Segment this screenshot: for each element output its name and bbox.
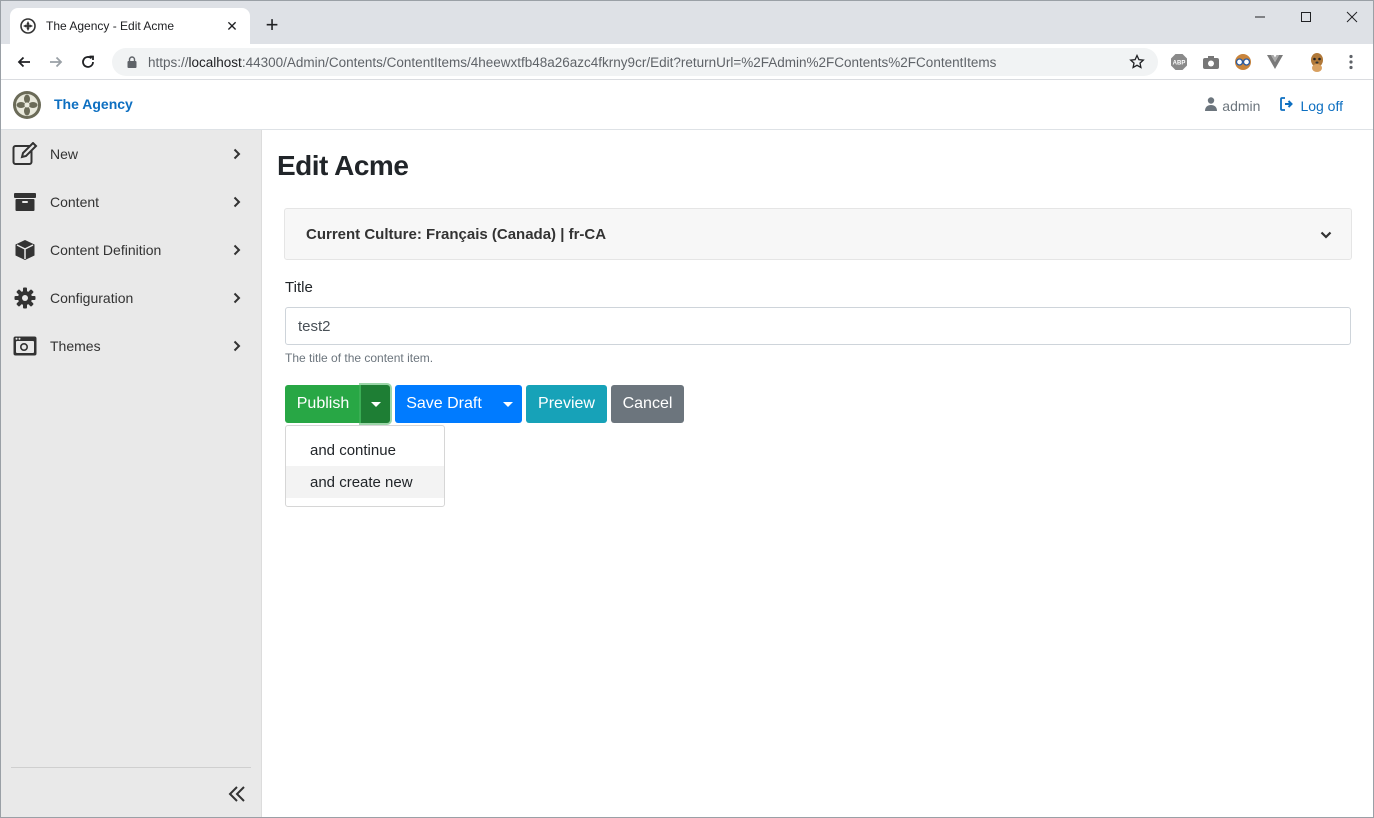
address-bar[interactable]: https://localhost:44300/Admin/Contents/C… (112, 48, 1158, 76)
lock-icon (124, 54, 140, 70)
sidebar-item-content[interactable]: Content (1, 178, 261, 226)
spectacles-extension-icon[interactable] (1233, 52, 1253, 72)
maximize-icon[interactable] (1283, 1, 1329, 33)
edit-icon (12, 141, 38, 167)
orchard-favicon-icon (20, 18, 36, 34)
caret-down-icon (370, 401, 381, 407)
bookmark-star-icon[interactable] (1128, 53, 1146, 71)
archive-icon (12, 189, 38, 215)
chevron-right-icon (230, 243, 244, 257)
abp-extension-icon[interactable]: ABP (1169, 52, 1189, 72)
logoff-link[interactable]: Log off (1280, 97, 1343, 114)
chevron-right-icon (230, 147, 244, 161)
orchard-logo-icon[interactable] (12, 90, 42, 120)
meerkat-profile-icon[interactable] (1307, 52, 1327, 72)
brand-link[interactable]: The Agency (54, 96, 133, 112)
url-rest: :44300/Admin/Contents/ContentItems/4heew… (241, 54, 997, 70)
tab-close-icon[interactable]: ✕ (224, 18, 240, 35)
tab-strip: The Agency - Edit Acme ✕ + (1, 1, 1373, 44)
title-field-label: Title (285, 279, 313, 296)
reload-icon[interactable] (74, 48, 102, 76)
user-menu[interactable]: admin (1205, 97, 1260, 114)
dropdown-item-and-continue[interactable]: and continue (286, 434, 444, 466)
cube-icon (12, 237, 38, 263)
new-tab-button[interactable]: + (259, 13, 285, 39)
save-draft-dropdown-toggle[interactable] (493, 385, 522, 423)
sign-out-icon (1280, 97, 1294, 114)
main-content: Edit Acme Current Culture: Français (Can… (263, 130, 1373, 817)
user-area: admin Log off (1205, 97, 1343, 114)
sidebar-item-label: Configuration (50, 290, 134, 306)
sidebar-item-themes[interactable]: Themes (1, 322, 261, 370)
culture-panel[interactable]: Current Culture: Français (Canada) | fr-… (284, 208, 1352, 260)
user-icon (1205, 97, 1218, 114)
sidebar-item-label: Themes (50, 338, 101, 354)
window-controls (1237, 1, 1373, 33)
browser-tab[interactable]: The Agency - Edit Acme ✕ (10, 8, 250, 44)
preview-button[interactable]: Preview (526, 385, 607, 423)
url-prefix: https:// (148, 54, 189, 70)
sidebar-item-new[interactable]: New (1, 130, 261, 178)
collapse-sidebar-icon[interactable] (225, 782, 249, 806)
vuejs-extension-icon[interactable] (1265, 52, 1285, 72)
sidebar-item-label: Content Definition (50, 242, 162, 258)
forward-arrow-icon[interactable] (42, 48, 70, 76)
close-window-icon[interactable] (1329, 1, 1373, 33)
dropdown-item-and-create-new[interactable]: and create new (286, 466, 444, 498)
publish-button[interactable]: Publish (285, 385, 361, 423)
camera-extension-icon[interactable] (1201, 52, 1221, 72)
browser-menu-icon[interactable] (1341, 52, 1361, 72)
browser-toolbar: https://localhost:44300/Admin/Contents/C… (1, 44, 1373, 80)
title-field-hint: The title of the content item. (285, 351, 434, 365)
chevron-right-icon (230, 339, 244, 353)
chevron-right-icon (230, 291, 244, 305)
sidebar: New Content Content Definition Configura… (1, 130, 262, 817)
logoff-label: Log off (1300, 97, 1343, 114)
culture-label: Current Culture: Français (Canada) | fr-… (306, 226, 607, 243)
sidebar-item-label: New (50, 146, 79, 162)
app-header: The Agency admin Log off (1, 81, 1373, 130)
chevron-down-icon[interactable] (1319, 228, 1333, 242)
sidebar-divider (11, 767, 251, 768)
browser-window: The Agency - Edit Acme ✕ + https://local… (0, 0, 1374, 818)
tab-title: The Agency - Edit Acme (46, 19, 175, 33)
user-name: admin (1222, 97, 1261, 114)
chevron-right-icon (230, 195, 244, 209)
url-text: https://localhost:44300/Admin/Contents/C… (148, 55, 1128, 70)
page-title: Edit Acme (277, 150, 409, 181)
back-arrow-icon[interactable] (10, 48, 38, 76)
save-draft-button[interactable]: Save Draft (395, 385, 493, 423)
title-input[interactable] (285, 307, 1351, 345)
url-host: localhost (188, 54, 242, 70)
publish-dropdown-menu: and continue and create new (285, 425, 445, 507)
sidebar-item-content-definition[interactable]: Content Definition (1, 226, 261, 274)
sidebar-item-configuration[interactable]: Configuration (1, 274, 261, 322)
window-icon (12, 333, 38, 359)
publish-dropdown-toggle[interactable] (361, 385, 390, 423)
cog-icon (12, 285, 38, 311)
cancel-button[interactable]: Cancel (611, 385, 684, 423)
svg-text:ABP: ABP (1173, 61, 1186, 67)
caret-down-icon (502, 401, 513, 407)
minimize-icon[interactable] (1237, 1, 1283, 33)
sidebar-item-label: Content (50, 194, 100, 210)
